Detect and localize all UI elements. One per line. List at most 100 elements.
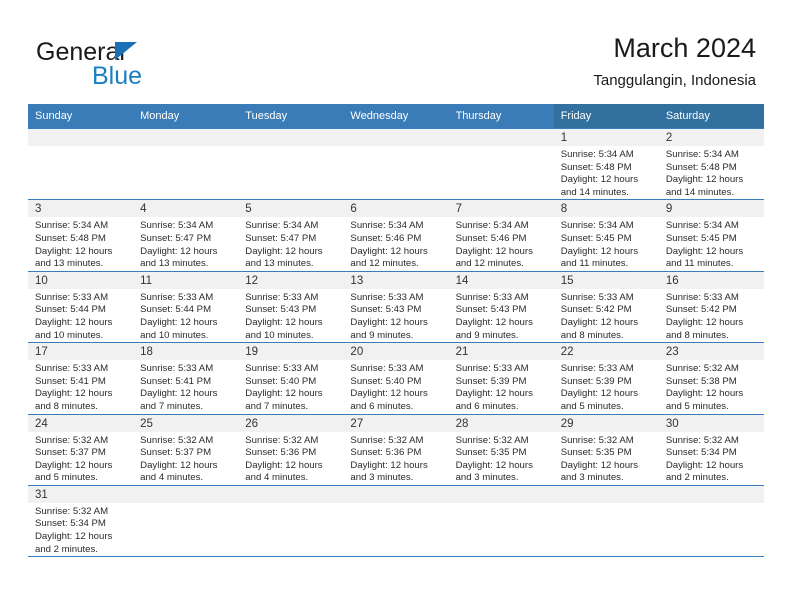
sunrise-text: Sunrise: 5:33 AM <box>35 291 109 303</box>
day-cell-29[interactable]: 29 Sunrise: 5:32 AM Sunset: 5:35 PM Dayl… <box>553 413 659 486</box>
day-cell-10[interactable]: 10 Sunrise: 5:33 AM Sunset: 5:44 PM Dayl… <box>28 270 134 343</box>
day-cell-4[interactable]: 4 Sunrise: 5:34 AM Sunset: 5:47 PM Dayli… <box>133 199 239 272</box>
weekday-header-thursday: Thursday <box>448 104 554 129</box>
day-cell-20[interactable]: 20 Sunrise: 5:33 AM Sunset: 5:40 PM Dayl… <box>343 342 449 414</box>
sunset-text: Sunset: 5:34 PM <box>665 447 737 459</box>
daylight-text-line1: Daylight: 12 hours <box>245 459 323 471</box>
daylight-text-line2: and 13 minutes. <box>35 258 104 270</box>
day-cell-28[interactable]: 28 Sunrise: 5:32 AM Sunset: 5:35 PM Dayl… <box>448 413 554 486</box>
day-cell-16[interactable]: 16 Sunrise: 5:33 AM Sunset: 5:42 PM Dayl… <box>658 270 764 343</box>
day-cell-empty <box>658 484 764 558</box>
sunrise-text: Sunrise: 5:32 AM <box>35 434 109 446</box>
daylight-text-line2: and 12 minutes. <box>455 258 524 270</box>
daylight-text-line2: and 3 minutes. <box>560 472 624 484</box>
sunset-text: Sunset: 5:47 PM <box>245 232 317 244</box>
day-info: Sunrise: 5:32 AM Sunset: 5:36 PM Dayligh… <box>238 432 343 485</box>
day-cell-26[interactable]: 26 Sunrise: 5:32 AM Sunset: 5:36 PM Dayl… <box>238 413 344 486</box>
sunrise-text: Sunrise: 5:32 AM <box>35 505 109 517</box>
day-cell-31[interactable]: 31 Sunrise: 5:32 AM Sunset: 5:34 PM Dayl… <box>28 484 134 558</box>
day-cell-30[interactable]: 30 Sunrise: 5:32 AM Sunset: 5:34 PM Dayl… <box>658 413 764 486</box>
day-cell-7[interactable]: 7 Sunrise: 5:34 AM Sunset: 5:46 PM Dayli… <box>448 199 554 272</box>
sunset-text: Sunset: 5:42 PM <box>665 304 737 316</box>
day-number: 7 <box>448 200 554 218</box>
day-info: Sunrise: 5:33 AM Sunset: 5:43 PM Dayligh… <box>238 289 343 342</box>
day-cell-25[interactable]: 25 Sunrise: 5:32 AM Sunset: 5:37 PM Dayl… <box>133 413 239 486</box>
day-cell-23[interactable]: 23 Sunrise: 5:32 AM Sunset: 5:38 PM Dayl… <box>658 342 764 414</box>
day-number <box>448 485 554 503</box>
day-cell-18[interactable]: 18 Sunrise: 5:33 AM Sunset: 5:41 PM Dayl… <box>133 342 239 414</box>
day-cell-1[interactable]: 1 Sunrise: 5:34 AM Sunset: 5:48 PM Dayli… <box>553 127 659 200</box>
sunset-text: Sunset: 5:36 PM <box>245 447 317 459</box>
day-cell-empty <box>343 127 449 200</box>
sunrise-text: Sunrise: 5:32 AM <box>665 363 739 375</box>
day-number: 26 <box>238 414 344 432</box>
day-info: Sunrise: 5:32 AM Sunset: 5:34 PM Dayligh… <box>28 503 133 556</box>
day-info: Sunrise: 5:33 AM Sunset: 5:43 PM Dayligh… <box>343 289 448 342</box>
day-number: 15 <box>553 271 659 289</box>
sunset-text: Sunset: 5:43 PM <box>455 304 527 316</box>
sunset-text: Sunset: 5:41 PM <box>140 375 212 387</box>
day-number <box>343 485 449 503</box>
daylight-text-line1: Daylight: 12 hours <box>560 245 639 257</box>
sunrise-text: Sunrise: 5:33 AM <box>245 291 319 303</box>
sunrise-text: Sunrise: 5:32 AM <box>560 434 634 446</box>
day-cell-5[interactable]: 5 Sunrise: 5:34 AM Sunset: 5:47 PM Dayli… <box>238 199 344 272</box>
day-info: Sunrise: 5:33 AM Sunset: 5:43 PM Dayligh… <box>449 289 554 342</box>
day-number: 5 <box>238 200 344 218</box>
daylight-text-line1: Daylight: 12 hours <box>350 316 428 328</box>
sunset-text: Sunset: 5:37 PM <box>140 447 212 459</box>
general-blue-logo: General Blue <box>36 38 266 92</box>
day-cell-24[interactable]: 24 Sunrise: 5:32 AM Sunset: 5:37 PM Dayl… <box>28 413 134 486</box>
day-cell-19[interactable]: 19 Sunrise: 5:33 AM Sunset: 5:40 PM Dayl… <box>238 342 344 414</box>
day-cell-13[interactable]: 13 Sunrise: 5:33 AM Sunset: 5:43 PM Dayl… <box>343 270 449 343</box>
daylight-text-line2: and 12 minutes. <box>350 258 419 270</box>
day-number <box>343 129 449 146</box>
day-cell-empty <box>133 127 239 200</box>
daylight-text-line1: Daylight: 12 hours <box>35 459 113 471</box>
daylight-text-line2: and 10 minutes. <box>140 329 209 341</box>
sunrise-text: Sunrise: 5:32 AM <box>140 434 214 446</box>
sunrise-text: Sunrise: 5:34 AM <box>665 149 739 160</box>
daylight-text-line2: and 9 minutes. <box>350 329 414 341</box>
daylight-text-line2: and 4 minutes. <box>245 472 309 484</box>
daylight-text-line1: Daylight: 12 hours <box>35 245 113 257</box>
day-info: Sunrise: 5:33 AM Sunset: 5:42 PM Dayligh… <box>659 289 764 342</box>
day-cell-22[interactable]: 22 Sunrise: 5:33 AM Sunset: 5:39 PM Dayl… <box>553 342 659 414</box>
daylight-text-line1: Daylight: 12 hours <box>665 316 744 328</box>
daylight-text-line2: and 14 minutes. <box>665 186 735 198</box>
weekday-header-row: Sunday Monday Tuesday Wednesday Thursday… <box>28 104 764 129</box>
week-row: 1 Sunrise: 5:34 AM Sunset: 5:48 PM Dayli… <box>28 127 764 200</box>
daylight-text-line1: Daylight: 12 hours <box>665 245 744 257</box>
sunrise-text: Sunrise: 5:33 AM <box>140 363 214 375</box>
day-info: Sunrise: 5:32 AM Sunset: 5:34 PM Dayligh… <box>659 432 764 485</box>
day-cell-15[interactable]: 15 Sunrise: 5:33 AM Sunset: 5:42 PM Dayl… <box>553 270 659 343</box>
day-cell-8[interactable]: 8 Sunrise: 5:34 AM Sunset: 5:45 PM Dayli… <box>553 199 659 272</box>
daylight-text-line2: and 13 minutes. <box>245 258 314 270</box>
day-cell-17[interactable]: 17 Sunrise: 5:33 AM Sunset: 5:41 PM Dayl… <box>28 342 134 414</box>
sunrise-text: Sunrise: 5:34 AM <box>350 220 424 232</box>
daylight-text-line2: and 8 minutes. <box>560 329 624 341</box>
sunset-text: Sunset: 5:40 PM <box>245 375 317 387</box>
daylight-text-line2: and 10 minutes. <box>245 329 314 341</box>
day-number: 21 <box>448 343 554 361</box>
daylight-text-line2: and 11 minutes. <box>560 258 629 270</box>
daylight-text-line1: Daylight: 12 hours <box>350 459 428 471</box>
day-cell-9[interactable]: 9 Sunrise: 5:34 AM Sunset: 5:45 PM Dayli… <box>658 199 764 272</box>
day-cell-6[interactable]: 6 Sunrise: 5:34 AM Sunset: 5:46 PM Dayli… <box>343 199 449 272</box>
day-info: Sunrise: 5:33 AM Sunset: 5:39 PM Dayligh… <box>449 360 554 413</box>
day-cell-3[interactable]: 3 Sunrise: 5:34 AM Sunset: 5:48 PM Dayli… <box>28 199 134 272</box>
day-cell-27[interactable]: 27 Sunrise: 5:32 AM Sunset: 5:36 PM Dayl… <box>343 413 449 486</box>
day-info: Sunrise: 5:32 AM Sunset: 5:35 PM Dayligh… <box>449 432 554 485</box>
day-cell-12[interactable]: 12 Sunrise: 5:33 AM Sunset: 5:43 PM Dayl… <box>238 270 344 343</box>
day-cell-2[interactable]: 2 Sunrise: 5:34 AM Sunset: 5:48 PM Dayli… <box>658 127 764 200</box>
day-cell-11[interactable]: 11 Sunrise: 5:33 AM Sunset: 5:44 PM Dayl… <box>133 270 239 343</box>
day-cell-14[interactable]: 14 Sunrise: 5:33 AM Sunset: 5:43 PM Dayl… <box>448 270 554 343</box>
daylight-text-line2: and 7 minutes. <box>245 400 309 412</box>
day-number: 31 <box>28 485 134 503</box>
daylight-text-line2: and 3 minutes. <box>350 472 414 484</box>
daylight-text-line1: Daylight: 12 hours <box>140 459 218 471</box>
day-cell-21[interactable]: 21 Sunrise: 5:33 AM Sunset: 5:39 PM Dayl… <box>448 342 554 414</box>
day-number <box>658 485 764 503</box>
calendar-page: General Blue March 2024 Tanggulangin, In… <box>0 0 792 612</box>
daylight-text-line2: and 7 minutes. <box>140 400 204 412</box>
